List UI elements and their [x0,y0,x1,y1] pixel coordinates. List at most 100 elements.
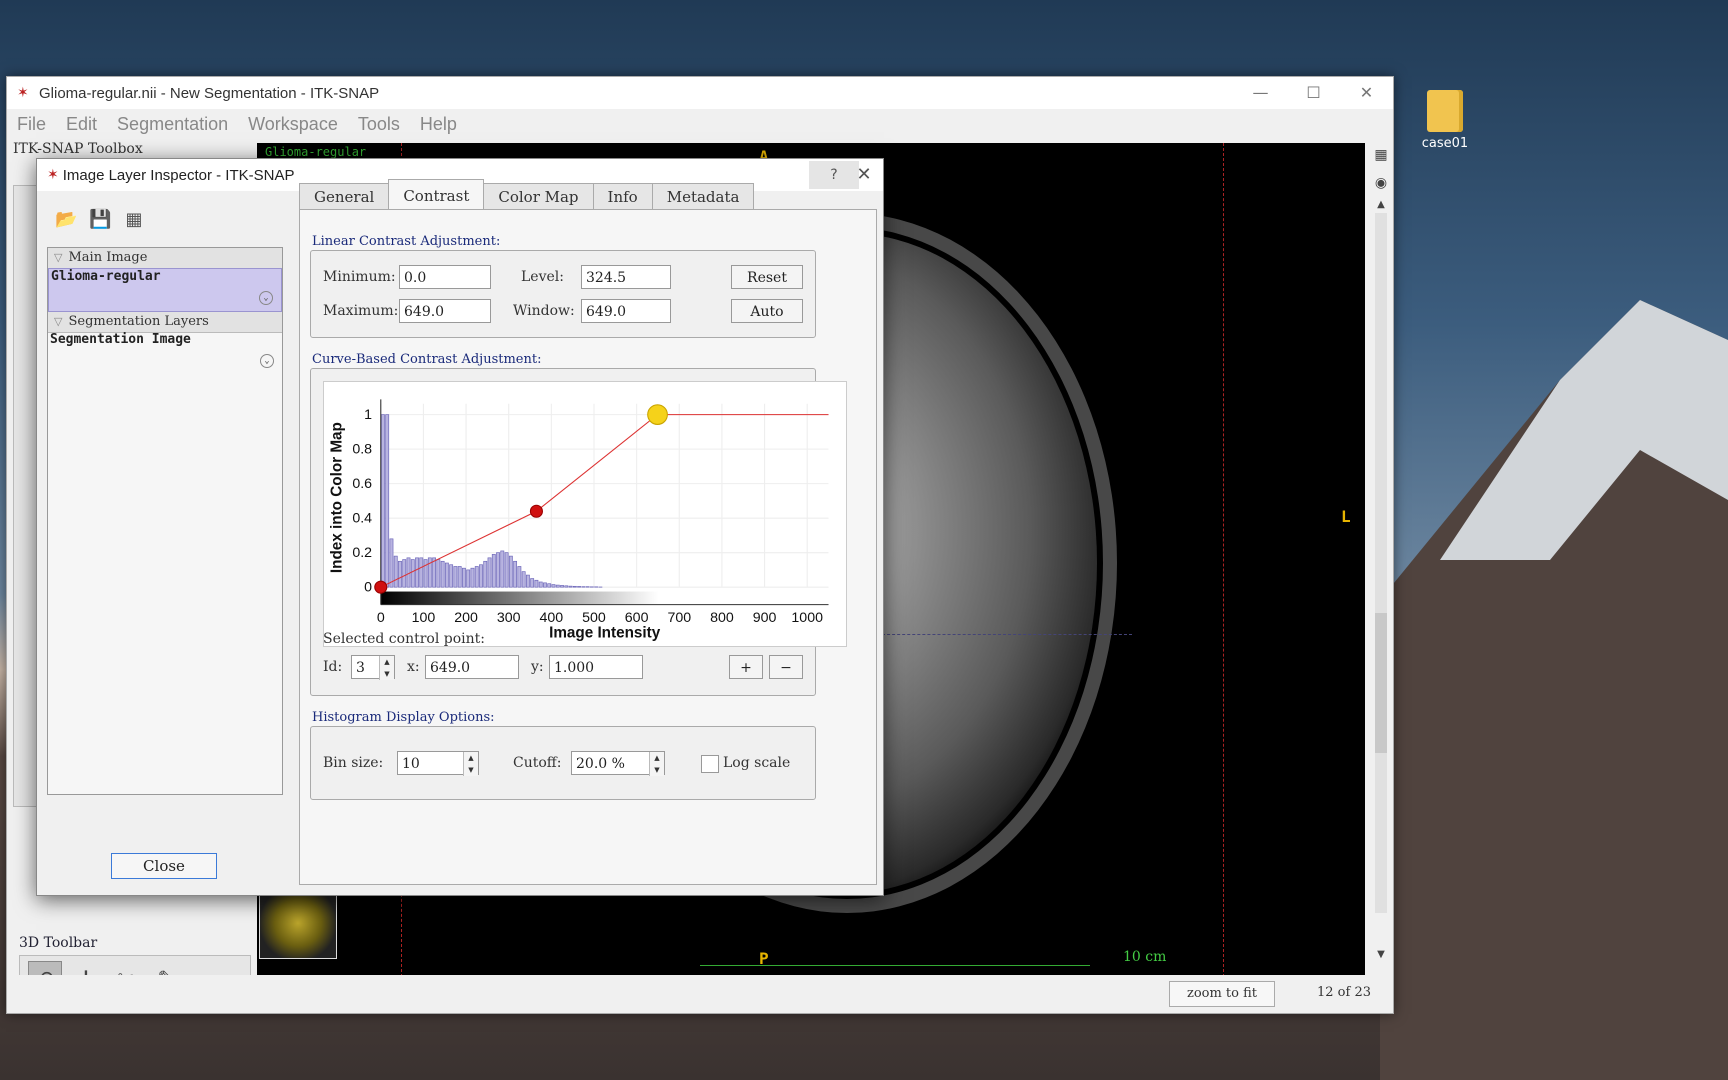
histogram-bar [389,538,394,588]
cutoff-spinbox[interactable]: 20.0 % ▲ ▼ [571,751,665,776]
histogram-bar [483,560,488,588]
histogram-bar [453,566,458,588]
window-label: Window: [513,303,575,319]
maximum-label: Maximum: [323,303,399,319]
add-point-button[interactable]: + [729,655,763,679]
histogram-bar [547,583,552,588]
menu-workspace[interactable]: Workspace [238,114,348,135]
histogram-bar [530,578,535,588]
y-field[interactable]: 1.000 [549,655,643,679]
x-tick-label: 800 [710,610,734,626]
bin-size-label: Bin size: [323,755,384,771]
histogram-bar [551,584,556,588]
minimum-label: Minimum: [323,269,396,285]
main-image-header[interactable]: ▽ Main Image [48,248,282,269]
close-button[interactable]: Close [111,853,217,879]
histogram-bar [462,567,466,588]
maximum-field[interactable]: 649.0 [399,299,491,323]
desktop-folder-case01[interactable]: case01 [1415,90,1475,151]
selected-point-label: Selected control point: [323,631,485,647]
histogram-bar [440,560,445,588]
histogram-bar [543,582,547,588]
tab-contrast[interactable]: Contrast [388,179,485,210]
x-tick-label: 700 [667,610,691,626]
minimize-button[interactable]: — [1234,77,1287,109]
intensity-gradient-bar [380,591,829,605]
histogram-bar [423,559,428,588]
menu-tools[interactable]: Tools [348,114,410,135]
histogram-bar [525,574,530,588]
chart-xlabel: Image Intensity [549,624,661,641]
slice-thumbnail[interactable] [259,887,337,959]
x-tick-label: 200 [454,610,478,626]
x-tick-label: 0 [377,610,385,626]
segmentation-layers-header[interactable]: ▽ Segmentation Layers [48,312,282,333]
chevron-down-icon[interactable]: ⌄ [260,354,274,368]
log-scale-checkbox[interactable] [701,755,719,773]
level-label: Level: [521,269,564,285]
maximize-button[interactable]: ☐ [1287,77,1340,109]
histogram-bar [385,414,390,588]
table-icon[interactable]: ▦ [123,209,145,231]
contrast-tab-panel: Linear Contrast Adjustment: Minimum: 0.0… [299,209,877,885]
open-folder-icon[interactable]: 📂 [55,209,77,231]
histogram-bar [572,585,577,588]
spin-arrows-icon[interactable]: ▲ ▼ [379,656,394,680]
y-tick-label: 0.4 [352,511,372,527]
slice-scrollbar-thumb[interactable] [1375,613,1387,753]
y-tick-label: 0.8 [352,442,372,458]
menu-segmentation[interactable]: Segmentation [107,114,238,135]
scroll-down-icon[interactable]: ▼ [1373,949,1389,965]
linear-contrast-group: Minimum: 0.0 Level: 324.5 Reset Maximum:… [310,250,816,338]
histogram-bar [496,552,500,588]
tab-general[interactable]: General [299,183,390,210]
camera-icon[interactable]: ◉ [1373,175,1389,191]
window-field[interactable]: 649.0 [581,299,671,323]
save-icon[interactable]: 💾 [89,209,111,231]
desktop-mountain [1380,300,1728,1080]
layer-item-main[interactable]: Glioma-regular ⌄ [48,268,282,312]
level-field[interactable]: 324.5 [581,265,671,289]
close-window-button[interactable]: ✕ [1340,77,1393,109]
spin-arrows-icon[interactable]: ▲ ▼ [463,752,478,776]
x-label: x: [407,659,420,675]
tab-color-map[interactable]: Color Map [483,183,594,210]
histogram-bar [585,586,590,588]
menu-help[interactable]: Help [410,114,467,135]
remove-point-button[interactable]: − [769,655,803,679]
layer-item-segmentation-label: Segmentation Image [50,332,191,347]
desktop-folder-label: case01 [1421,136,1469,151]
auto-button[interactable]: Auto [731,299,803,323]
menu-edit[interactable]: Edit [56,114,107,135]
crosshair-vertical-right [1223,143,1224,977]
x-field[interactable]: 649.0 [425,655,519,679]
zoom-to-fit-button[interactable]: zoom to fit [1169,981,1275,1007]
contrast-curve-line [380,414,829,588]
tab-metadata[interactable]: Metadata [651,183,755,210]
reset-button[interactable]: Reset [731,265,803,289]
histogram-bar [419,557,424,588]
histogram-bar [393,555,398,588]
contrast-curve-chart[interactable]: 0 100 200 300 400 500 600 700 800 900 100000.20.40… [323,381,847,647]
slice-index-label: 12 of 23 [1317,985,1371,1000]
bin-size-spinbox[interactable]: 10 ▲ ▼ [397,751,479,776]
toolbar-3d-label: 3D Toolbar [19,935,98,951]
viewer-side-toolbar: ▦ ◉ ▲ ▼ [1369,143,1393,973]
minimum-field[interactable]: 0.0 [399,265,491,289]
cutoff-label: Cutoff: [513,755,562,771]
histogram-bar [479,564,483,588]
tab-info[interactable]: Info [592,183,653,210]
spin-arrows-icon[interactable]: ▲ ▼ [649,752,664,776]
layout-icon[interactable]: ▦ [1373,147,1389,163]
chevron-down-icon[interactable]: ⌄ [259,291,273,305]
histogram-bar [410,559,415,588]
menu-file[interactable]: File [7,114,56,135]
histogram-bar [402,559,407,588]
layer-list: ▽ Main Image Glioma-regular ⌄ ▽ Segmentati… [47,247,283,795]
layer-item-segmentation[interactable]: Segmentation Image ⌄ [48,332,282,376]
slice-scrollbar[interactable] [1375,213,1387,913]
curve-contrast-title: Curve-Based Contrast Adjustment: [312,352,542,367]
dialog-close-x[interactable]: ✕ [845,159,883,191]
id-spinbox[interactable]: 3 ▲ ▼ [351,655,395,680]
main-titlebar: ✶ Glioma-regular.nii - New Segmentation … [7,77,1393,109]
